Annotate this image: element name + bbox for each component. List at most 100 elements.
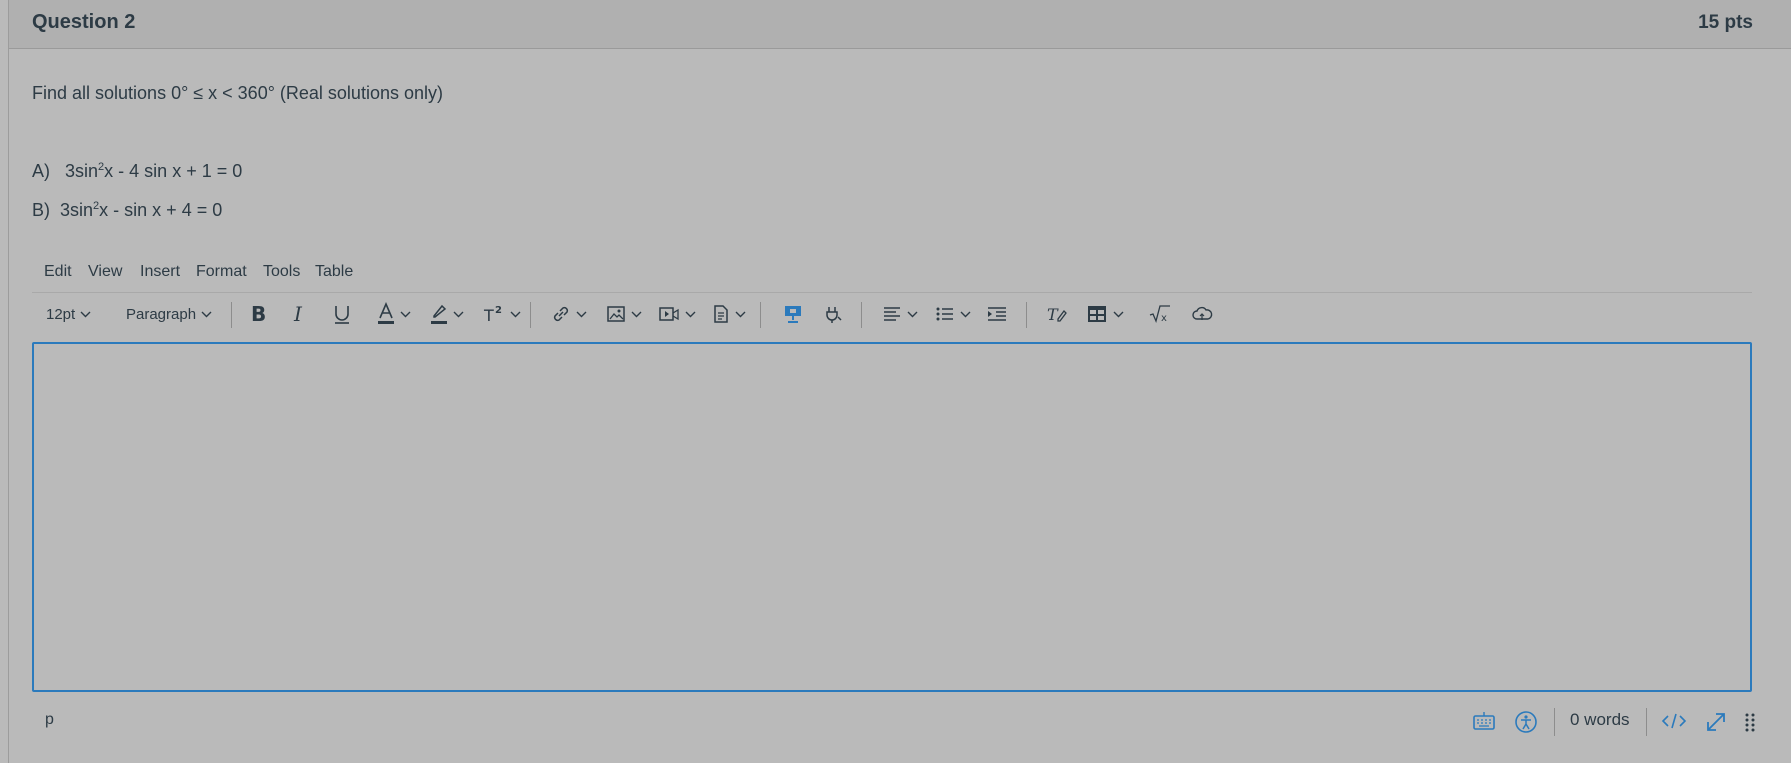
- text-color-button[interactable]: [377, 294, 411, 334]
- font-size-dropdown[interactable]: 12pt: [46, 294, 91, 334]
- expand-icon: [1707, 713, 1725, 731]
- element-path[interactable]: p: [45, 711, 54, 729]
- chevron-down-icon: [631, 311, 642, 317]
- editor-statusbar: p 0 words: [32, 700, 1762, 744]
- align-left-icon: [884, 307, 900, 321]
- menu-tools[interactable]: Tools: [263, 263, 300, 281]
- editor-menubar: Edit View Insert Format Tools Table: [32, 260, 1752, 293]
- underline-button[interactable]: [333, 294, 351, 334]
- chevron-down-icon: [960, 311, 971, 317]
- text-color-icon: [378, 302, 394, 324]
- square-root-icon: x: [1149, 305, 1170, 324]
- link-button[interactable]: [551, 294, 587, 334]
- underline-icon: [335, 306, 349, 324]
- part-b-label: B): [32, 200, 50, 220]
- fullscreen-button[interactable]: [1704, 710, 1728, 739]
- keyboard-icon: [1473, 712, 1495, 730]
- bold-button[interactable]: B: [250, 294, 268, 334]
- word-count[interactable]: 0 words: [1570, 710, 1630, 730]
- font-size-value: 12pt: [46, 305, 76, 323]
- link-icon: [553, 306, 569, 322]
- statusbar-divider: [1646, 708, 1647, 736]
- part-a-equation-end: x - 4 sin x + 1 = 0: [104, 161, 243, 181]
- statusbar-divider: [1554, 708, 1555, 736]
- block-format-dropdown[interactable]: Paragraph: [126, 294, 212, 334]
- document-button[interactable]: [712, 294, 746, 334]
- align-button[interactable]: [882, 294, 918, 334]
- svg-text:x: x: [1161, 313, 1167, 324]
- media-icon: [659, 307, 679, 321]
- chevron-down-icon: [576, 311, 587, 317]
- apps-icon: [785, 306, 801, 323]
- menu-insert[interactable]: Insert: [140, 263, 180, 281]
- chevron-down-icon: [400, 311, 411, 317]
- clear-formatting-button[interactable]: T: [1046, 294, 1068, 334]
- chevron-down-icon: [735, 311, 746, 317]
- menu-view[interactable]: View: [88, 263, 122, 281]
- chevron-down-icon: [453, 311, 464, 317]
- highlight-color-button[interactable]: [430, 294, 464, 334]
- image-icon: [607, 306, 625, 322]
- chevron-down-icon: [685, 311, 696, 317]
- part-a-label: A): [32, 161, 50, 181]
- plugin-button[interactable]: [823, 294, 845, 334]
- svg-text:T: T: [1047, 305, 1059, 324]
- equation-button[interactable]: x: [1149, 294, 1171, 334]
- chevron-down-icon: [1113, 311, 1124, 317]
- keyboard-shortcuts-button[interactable]: [1472, 710, 1496, 737]
- menu-table[interactable]: Table: [315, 263, 353, 281]
- drag-handle-icon: [1745, 713, 1755, 732]
- menu-format[interactable]: Format: [196, 263, 247, 281]
- editor-toolbar: 12pt Paragraph B I T2 T x: [32, 294, 1752, 338]
- toolbar-divider: [530, 302, 531, 328]
- question-title: Question 2: [32, 11, 136, 33]
- menu-edit[interactable]: Edit: [44, 263, 72, 281]
- table-button[interactable]: [1086, 294, 1124, 334]
- italic-icon: I: [293, 303, 303, 325]
- indent-button[interactable]: [986, 294, 1008, 334]
- html-editor-button[interactable]: [1660, 710, 1688, 737]
- part-b: B) 3sin2x - sin x + 4 = 0: [32, 200, 222, 221]
- document-icon: [714, 305, 728, 323]
- toolbar-divider: [760, 302, 761, 328]
- italic-button[interactable]: I: [292, 294, 308, 334]
- apps-button[interactable]: [782, 294, 804, 334]
- part-a: A) 3sin2x - 4 sin x + 1 = 0: [32, 161, 242, 182]
- highlighter-icon: [431, 304, 447, 324]
- superscript-icon: T2: [483, 305, 502, 325]
- chevron-down-icon: [907, 311, 918, 317]
- superscript-button[interactable]: T2: [483, 294, 521, 334]
- bulleted-list-icon: [936, 307, 953, 321]
- svg-text:I: I: [293, 303, 303, 325]
- toolbar-divider: [861, 302, 862, 328]
- chevron-down-icon: [80, 311, 91, 317]
- question-header: Question 2 15 pts: [9, 0, 1791, 49]
- accessibility-icon: [1515, 711, 1537, 733]
- svg-text:2: 2: [495, 305, 502, 316]
- toolbar-divider: [231, 302, 232, 328]
- code-icon: [1661, 713, 1687, 729]
- accessibility-checker-button[interactable]: [1514, 710, 1538, 739]
- rich-text-editor[interactable]: [32, 342, 1752, 692]
- chevron-down-icon: [510, 311, 521, 317]
- part-a-equation-start: 3sin: [65, 161, 99, 181]
- clear-formatting-icon: T: [1047, 305, 1067, 324]
- table-icon: [1088, 306, 1106, 322]
- svg-text:B: B: [251, 303, 266, 325]
- chevron-down-icon: [201, 311, 212, 317]
- part-b-equation-start: 3sin: [60, 200, 94, 220]
- svg-text:T: T: [483, 306, 494, 325]
- toolbar-divider: [1026, 302, 1027, 328]
- cloud-button[interactable]: [1191, 294, 1213, 334]
- bold-icon: B: [251, 303, 266, 325]
- question-points: 15 pts: [1698, 12, 1753, 33]
- resize-handle[interactable]: [1745, 710, 1755, 737]
- image-button[interactable]: [606, 294, 642, 334]
- part-b-equation-end: x - sin x + 4 = 0: [99, 200, 223, 220]
- block-format-value: Paragraph: [126, 305, 197, 323]
- list-button[interactable]: [935, 294, 971, 334]
- indent-icon: [988, 307, 1006, 321]
- question-prompt: Find all solutions 0° ≤ x < 360° (Real s…: [32, 83, 443, 103]
- question-card: Question 2 15 pts Find all solutions 0° …: [8, 0, 1791, 763]
- media-button[interactable]: [658, 294, 696, 334]
